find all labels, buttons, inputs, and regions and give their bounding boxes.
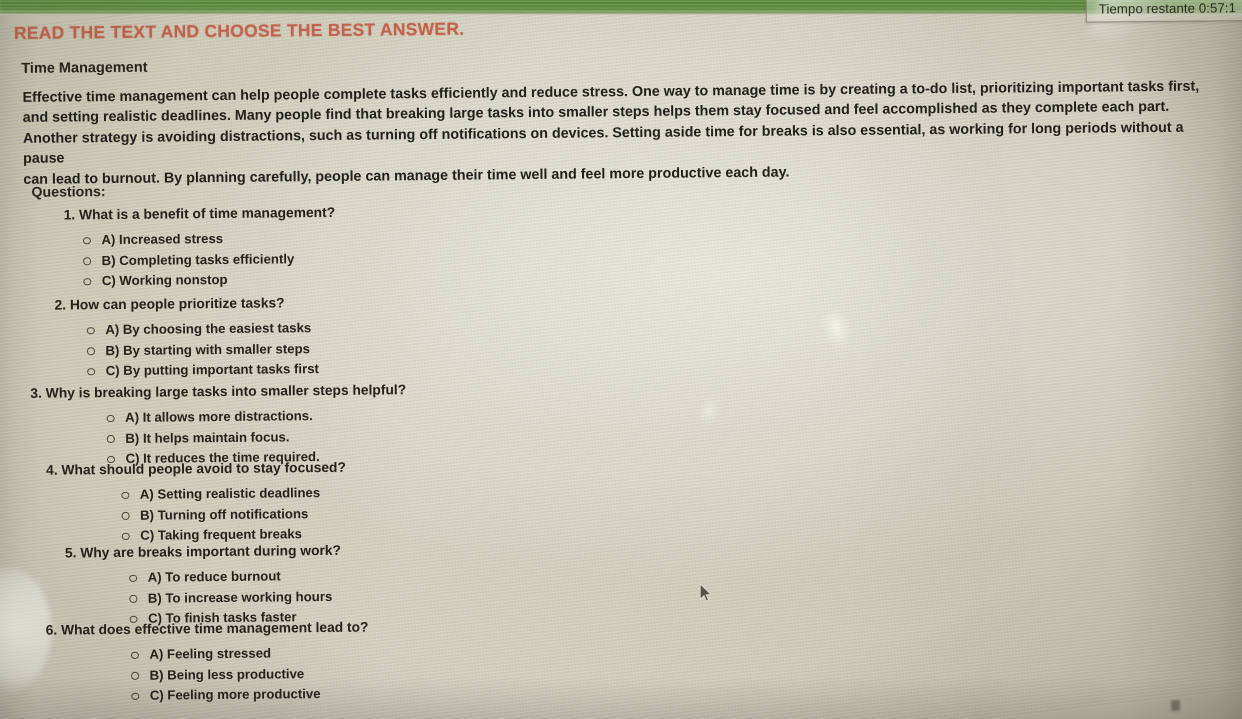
radio-circle-icon[interactable]: [131, 671, 139, 680]
radio-circle-icon[interactable]: [86, 347, 95, 355]
option-label: C) By putting important tasks first: [105, 361, 319, 379]
option-item[interactable]: A) Increased stress: [82, 228, 336, 251]
remaining-time-badge: Tiempo restante 0:57:1: [1085, 0, 1242, 23]
options-list: A) Increased stress B) Completing tasks …: [82, 228, 336, 292]
option-item[interactable]: A) It allows more distractions.: [106, 405, 407, 428]
radio-circle-icon[interactable]: [106, 435, 115, 443]
question-label: How can people prioritize tasks?: [69, 295, 285, 313]
option-item[interactable]: B) To increase working hours: [129, 586, 341, 609]
option-label: B) Completing tasks efficiently: [101, 250, 295, 268]
radio-circle-icon[interactable]: [86, 326, 95, 335]
options-list: A) Setting realistic deadlines B) Turnin…: [121, 483, 346, 547]
radio-circle-icon[interactable]: [87, 367, 95, 376]
screen-photo: READ THE TEXT AND CHOOSE THE BEST ANSWER…: [0, 0, 1242, 719]
option-item[interactable]: C) By putting important tasks first: [87, 359, 319, 382]
option-label: C) Feeling more productive: [149, 686, 321, 703]
question-label: What is a benefit of time management?: [78, 204, 336, 223]
question-text: 6. What does effective time management l…: [46, 620, 369, 638]
passage-title: Time Management: [21, 59, 148, 77]
question-item-4: 4. What should people avoid to stay focu…: [46, 460, 347, 547]
radio-circle-icon[interactable]: [131, 692, 139, 700]
question-item-6: 6. What does effective time management l…: [46, 620, 370, 708]
question-text: 5. Why are breaks important during work?: [65, 543, 341, 561]
question-item-2: 2. How can people prioritize tasks? A) B…: [54, 295, 319, 382]
question-number: 2.: [54, 297, 67, 313]
option-item[interactable]: C) Working nonstop: [83, 269, 336, 292]
question-text: 4. What should people avoid to stay focu…: [46, 460, 346, 478]
question-text: 1. What is a benefit of time management?: [64, 205, 336, 223]
option-label: B) Turning off notifications: [139, 505, 309, 523]
radio-circle-icon[interactable]: [106, 414, 115, 423]
option-label: A) Feeling stressed: [149, 645, 272, 662]
radio-circle-icon[interactable]: [129, 574, 137, 582]
question-item-3: 3. Why is breaking large tasks into smal…: [30, 382, 407, 470]
option-item[interactable]: A) Feeling stressed: [130, 643, 369, 666]
option-label: B) Being less productive: [149, 665, 305, 683]
passage-body: Effective time management can help peopl…: [22, 78, 1200, 188]
option-item[interactable]: B) It helps maintain focus.: [106, 426, 407, 449]
option-label: A) Increased stress: [101, 230, 224, 248]
radio-circle-icon[interactable]: [83, 257, 91, 265]
question-text: 3. Why is breaking large tasks into smal…: [30, 382, 406, 401]
option-label: A) By choosing the easiest tasks: [105, 320, 312, 338]
radio-circle-icon[interactable]: [121, 491, 129, 499]
question-number: 6.: [45, 622, 58, 638]
question-item-5: 5. Why are breaks important during work?…: [65, 543, 342, 630]
option-item[interactable]: C) Feeling more productive: [131, 684, 369, 707]
radio-circle-icon[interactable]: [130, 651, 139, 659]
quiz-content: READ THE TEXT AND CHOOSE THE BEST ANSWER…: [0, 0, 1242, 719]
option-label: A) To reduce burnout: [147, 568, 281, 585]
option-item[interactable]: B) Completing tasks efficiently: [83, 248, 336, 271]
question-item-1: 1. What is a benefit of time management?…: [64, 205, 336, 292]
radio-circle-icon[interactable]: [129, 594, 137, 603]
option-item[interactable]: A) By choosing the easiest tasks: [86, 318, 319, 341]
question-number: 3.: [30, 385, 42, 401]
question-number: 4.: [46, 462, 58, 478]
options-list: A) Feeling stressed B) Being less produc…: [130, 643, 369, 707]
page-title: READ THE TEXT AND CHOOSE THE BEST ANSWER…: [13, 18, 465, 43]
radio-circle-icon[interactable]: [83, 277, 91, 286]
radio-circle-icon[interactable]: [121, 511, 130, 520]
option-label: C) Working nonstop: [101, 271, 228, 289]
option-item[interactable]: A) Setting realistic deadlines: [121, 483, 346, 506]
option-item[interactable]: B) Turning off notifications: [121, 503, 346, 526]
question-label: What should people avoid to stay focused…: [61, 459, 346, 478]
question-number: 1.: [63, 207, 76, 223]
options-list: A) By choosing the easiest tasks B) By s…: [86, 318, 319, 382]
radio-circle-icon[interactable]: [82, 236, 91, 245]
option-label: B) It helps maintain focus.: [125, 428, 290, 446]
question-label: Why are breaks important during work?: [80, 542, 342, 561]
question-number: 5.: [64, 545, 77, 561]
option-label: B) To increase working hours: [147, 588, 333, 606]
question-label: Why is breaking large tasks into smaller…: [45, 382, 407, 401]
option-item[interactable]: B) Being less productive: [131, 663, 369, 686]
option-label: A) Setting realistic deadlines: [139, 485, 321, 502]
option-label: B) By starting with smaller steps: [105, 340, 311, 358]
question-text: 2. How can people prioritize tasks?: [54, 295, 318, 313]
option-item[interactable]: A) To reduce burnout: [129, 566, 341, 589]
option-label: A) It allows more distractions.: [125, 408, 313, 425]
option-item[interactable]: B) By starting with smaller steps: [86, 339, 319, 362]
radio-circle-icon[interactable]: [121, 532, 130, 540]
questions-heading: Questions:: [31, 184, 106, 201]
question-label: What does effective time management lead…: [60, 619, 369, 638]
